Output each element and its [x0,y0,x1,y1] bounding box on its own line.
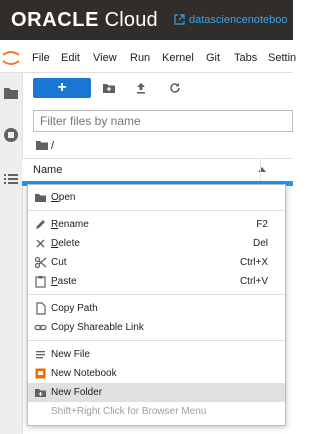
menu-settings[interactable]: Settin [268,51,296,65]
file-list-header: Name [22,158,293,182]
notebook-session-link[interactable]: datasciencenoteboo [174,13,287,27]
menu-new-notebook-label: New Notebook [51,368,117,379]
menu-rename-label: Rename [51,219,89,230]
rename-shortcut: F2 [256,219,268,230]
menu-divider [28,294,285,295]
menu-copy-path-label: Copy Path [51,303,98,314]
menu-copy-shareable-link[interactable]: Copy Shareable Link [28,318,285,337]
menu-edit[interactable]: Edit [61,51,80,65]
cut-shortcut: Ctrl+X [239,257,268,268]
menu-tabs[interactable]: Tabs [234,51,257,65]
link-icon [34,324,47,331]
new-launcher-button[interactable]: + [33,78,91,98]
left-activity-bar [0,73,23,434]
oracle-brand: ORACLE [11,9,100,31]
menu-new-notebook[interactable]: New Notebook [28,364,285,383]
menu-delete-label: Delete [51,238,80,249]
menu-copy-path[interactable]: Copy Path [28,299,285,318]
context-menu: Open Rename F2 Delete Del Cut Ctrl+X Pas… [27,184,286,426]
breadcrumb-root[interactable]: / [51,139,54,153]
jupyter-logo-icon [2,51,20,65]
pencil-icon [36,220,45,229]
menu-delete[interactable]: Delete Del [28,234,285,253]
menu-copy-shareable-link-label: Copy Shareable Link [51,322,144,333]
table-of-contents-icon[interactable] [2,170,20,188]
oracle-header: ORACLE Cloud datasciencenoteboo [0,0,293,40]
file-browser-folder-icon[interactable] [2,84,20,102]
cloud-product: Cloud [104,9,158,31]
folder-icon [35,194,46,202]
menu-hint: Shift+Right Click for Browser Menu [28,402,285,421]
menu-cut-label: Cut [51,257,67,268]
menu-file[interactable]: File [32,51,50,65]
menu-kernel[interactable]: Kernel [162,51,194,65]
browser-menu-hint: Shift+Right Click for Browser Menu [51,406,207,417]
menu-paste-label: Paste [51,276,77,287]
scissors-icon [34,256,47,269]
paste-shortcut: Ctrl+V [239,276,268,287]
menu-new-file[interactable]: New File [28,345,285,364]
close-icon [36,239,45,248]
menu-paste[interactable]: Paste Ctrl+V [28,272,285,291]
menu-new-folder-label: New Folder [51,387,103,398]
filter-files-input[interactable] [33,110,293,132]
file-icon [36,302,46,315]
oracle-cloud-logo: ORACLE Cloud [11,9,158,31]
delete-shortcut: Del [252,238,268,249]
text-file-icon [36,351,45,359]
notebook-icon [35,368,46,379]
column-divider[interactable] [260,159,261,181]
running-sessions-icon[interactable] [2,126,20,144]
menu-new-file-label: New File [51,349,90,360]
refresh-icon[interactable] [167,78,183,98]
menu-view[interactable]: View [93,51,117,65]
menu-cut[interactable]: Cut Ctrl+X [28,253,285,272]
menu-divider [28,210,285,211]
clipboard-icon [35,276,46,288]
menu-open[interactable]: Open [28,188,285,207]
notebook-session-link-text: datasciencenoteboo [189,14,288,26]
menu-bar: File Edit View Run Kernel Git Tabs Setti… [0,44,296,73]
upload-icon[interactable] [133,78,149,98]
name-column-header[interactable]: Name [33,163,62,177]
menu-divider [28,340,285,341]
menu-run[interactable]: Run [130,51,150,65]
external-link-icon [174,14,185,25]
new-folder-icon [35,389,46,397]
menu-open-label: Open [51,192,76,203]
menu-rename[interactable]: Rename F2 [28,215,285,234]
menu-git[interactable]: Git [206,51,220,65]
new-folder-toolbar-icon[interactable] [101,78,117,98]
home-folder-icon[interactable] [36,140,48,151]
menu-new-folder[interactable]: New Folder [28,383,285,402]
